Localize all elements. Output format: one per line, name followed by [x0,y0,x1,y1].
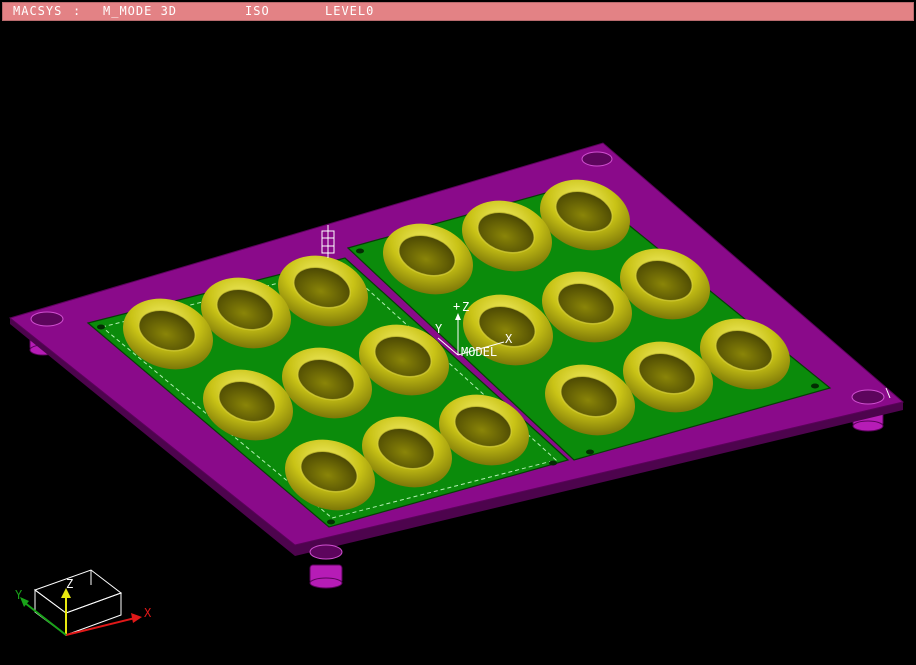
triad-z-label: Z [66,577,73,591]
title-bar: MACSYS : M_MODE 3D ISO LEVEL0 [2,2,914,21]
system-name: MACSYS [13,4,63,18]
model-y-label: Y [435,322,443,336]
triad-x-label: X [144,606,152,620]
view-triad-icon[interactable]: Z X Y [15,569,152,636]
model-z-label: Z [462,300,469,314]
3d-viewport[interactable]: Z + X Y MODEL Z X Y [0,22,916,665]
level-indicator: LEVEL0 [325,4,375,18]
title-separator: : [73,4,82,18]
triad-y-label: Y [15,588,23,602]
view-indicator: ISO [245,4,270,18]
mode-indicator: M_MODE 3D [103,4,178,18]
cad-window: MACSYS : M_MODE 3D ISO LEVEL0 Z + X Y MO… [0,0,916,665]
model-label: MODEL [461,345,497,359]
model-x-label: X [505,332,513,346]
svg-text:+: + [453,299,460,313]
